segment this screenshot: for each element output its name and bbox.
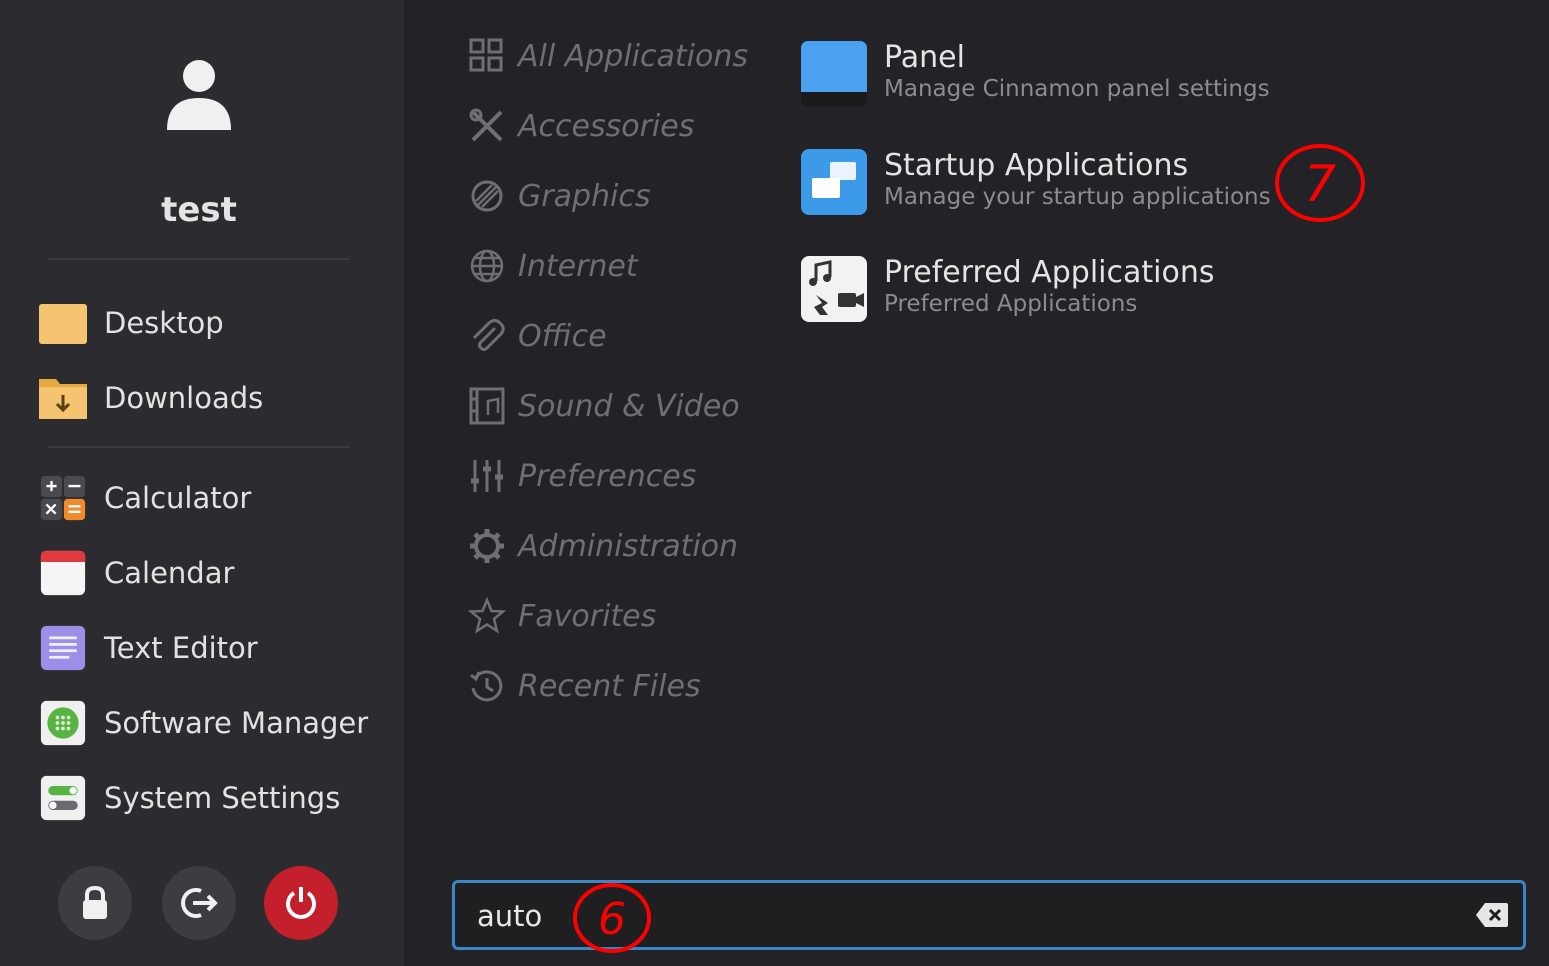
favorite-system-settings[interactable]: System Settings: [38, 773, 340, 823]
logout-icon: [181, 888, 218, 918]
favorite-calendar[interactable]: Calendar: [38, 548, 234, 598]
preferred-applications-icon: [801, 256, 867, 322]
category-preferences[interactable]: Preferences: [468, 453, 696, 499]
search-box[interactable]: [452, 880, 1526, 950]
panel-icon: [801, 41, 867, 107]
star-icon: [468, 597, 506, 634]
category-accessories[interactable]: Accessories: [468, 103, 694, 149]
clear-search-icon[interactable]: [1475, 901, 1509, 929]
logout-button[interactable]: [162, 866, 236, 940]
sidebar: test Desktop Downloads Calculator Calend…: [0, 0, 404, 966]
user-avatar-icon[interactable]: [164, 58, 234, 133]
lock-button[interactable]: [58, 866, 132, 940]
startup-applications-icon: [801, 149, 867, 215]
history-icon: [470, 670, 503, 702]
lock-icon: [83, 885, 107, 919]
category-graphics[interactable]: Graphics: [468, 173, 650, 219]
search-input[interactable]: [475, 893, 1439, 939]
favorite-software-manager[interactable]: Software Manager: [38, 698, 368, 748]
text-editor-icon: [40, 625, 86, 671]
category-administration[interactable]: Administration: [468, 523, 738, 569]
power-icon: [286, 887, 316, 919]
globe-icon: [470, 249, 504, 283]
place-downloads[interactable]: Downloads: [38, 373, 263, 423]
folder-icon: [39, 304, 87, 344]
system-settings-icon: [40, 775, 86, 821]
graphics-icon: [471, 180, 503, 212]
sliders-icon: [471, 460, 503, 492]
category-sound-video[interactable]: Sound & Video: [468, 383, 740, 429]
power-button[interactable]: [264, 866, 338, 940]
category-recent-files[interactable]: Recent Files: [468, 663, 701, 709]
favorite-calculator[interactable]: Calculator: [38, 473, 251, 523]
downloads-folder-icon: [39, 379, 87, 419]
annotation-label-7: 7: [1304, 155, 1336, 213]
category-internet[interactable]: Internet: [468, 243, 638, 289]
category-office[interactable]: Office: [468, 313, 607, 359]
user-name: test: [161, 190, 237, 230]
annotation-circle-7: 7: [1275, 144, 1365, 222]
place-desktop[interactable]: Desktop: [38, 298, 224, 348]
software-manager-icon: [40, 700, 86, 746]
category-favorites[interactable]: Favorites: [468, 593, 656, 639]
favorite-text-editor[interactable]: Text Editor: [38, 623, 258, 673]
calendar-icon: [40, 550, 86, 596]
divider: [48, 446, 350, 448]
calculator-icon: [40, 475, 86, 521]
media-icon: [469, 387, 505, 425]
gear-icon: [470, 529, 504, 563]
category-all-applications[interactable]: All Applications: [468, 33, 748, 79]
tools-icon: [469, 108, 503, 142]
grid-icon: [469, 38, 503, 72]
divider: [48, 258, 350, 260]
paperclip-icon: [472, 319, 505, 351]
